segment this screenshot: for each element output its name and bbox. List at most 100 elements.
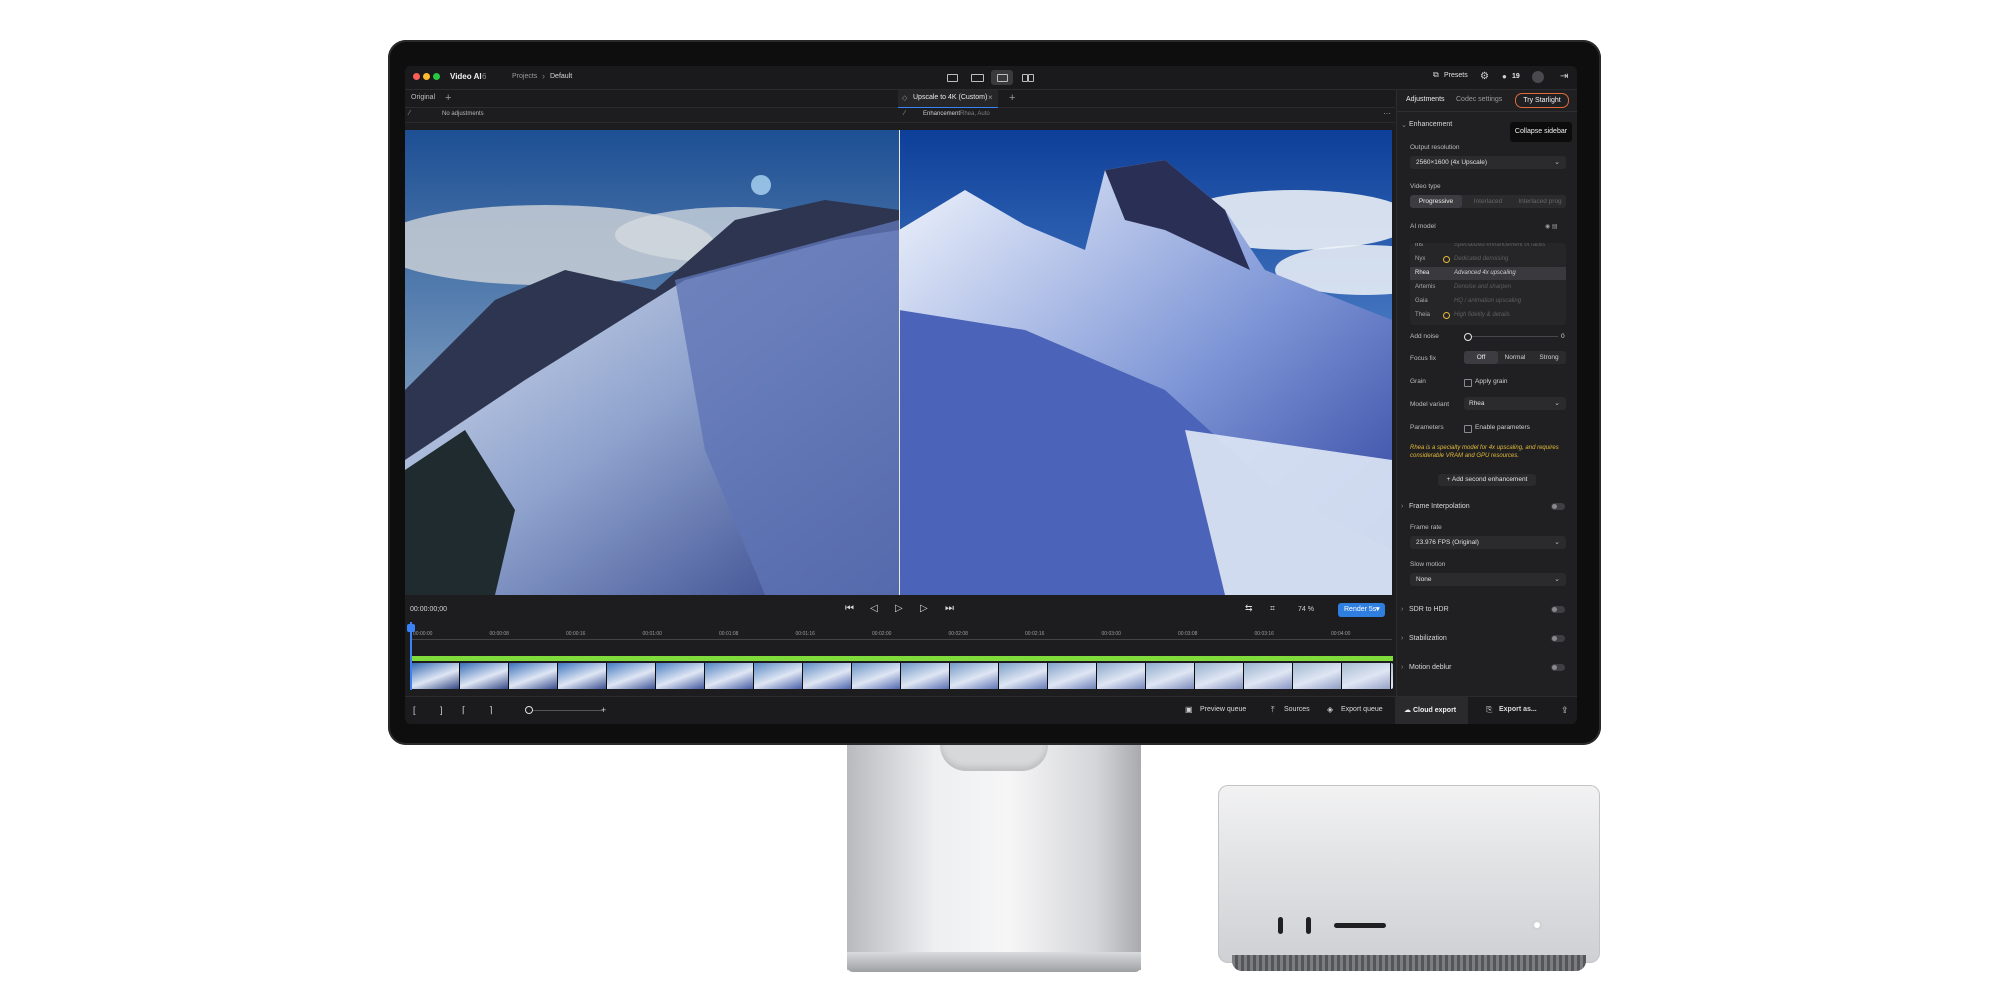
gear-icon[interactable]: ⚙ [1480,71,1489,82]
model-variant-select[interactable]: Rhea ⌄ [1464,397,1566,410]
minimize-window-button[interactable] [423,73,430,80]
video-type-interlaced-prog[interactable]: Interlaced prog [1514,195,1566,208]
trim-in-icon[interactable]: ⌈ [462,705,466,716]
breadcrumb-current[interactable]: Default [550,73,572,80]
share-icon[interactable]: ⇪ [1561,705,1569,716]
output-resolution-select[interactable]: 2560×1600 (4x Upscale) ⌄ [1410,156,1566,169]
timeline-filmstrip[interactable] [411,663,1393,689]
add-original-tab-icon[interactable]: + [445,92,451,104]
try-starlight-button[interactable]: Try Starlight [1515,93,1569,108]
layers-icon: ◈ [1327,705,1334,714]
step-back-icon[interactable]: ◁ [870,603,878,614]
add-noise-knob[interactable] [1464,333,1472,341]
skip-to-start-icon[interactable]: ⏮ [845,603,854,614]
split-divider[interactable] [899,130,900,595]
video-preview[interactable] [405,130,1392,595]
tab-upscale[interactable]: ◇ Upscale to 4K (Custom) × [898,90,998,109]
ai-model-item[interactable]: Nyx Dedicated denoising [1410,253,1566,266]
eye-icon[interactable]: ◉ ▤ [1545,223,1558,230]
frame-rate-label: Frame rate [1410,524,1442,531]
compare-icon[interactable]: ⇆ [1245,603,1253,614]
cloud-export-button[interactable]: ☁ Cloud export [1395,697,1468,724]
close-window-button[interactable] [413,73,420,80]
tab-codec-settings[interactable]: Codec settings [1456,96,1502,103]
single-view-button[interactable] [941,70,963,85]
tab-original[interactable]: Original [411,94,435,101]
video-type-progressive[interactable]: Progressive [1410,195,1462,208]
export-as-button[interactable]: Export as... [1499,706,1537,713]
zoom-level[interactable]: 74 % [1298,606,1314,613]
preview-queue-button[interactable]: Preview queue [1200,706,1246,713]
focus-fix-off[interactable]: Off [1464,351,1498,364]
chevron-down-icon[interactable]: ▾ [1376,605,1380,613]
enhancement-summary-detail: Rhea, Auto [960,111,990,117]
tab-adjustments[interactable]: Adjustments [1406,96,1445,103]
add-second-enhancement-button[interactable]: + Add second enhancement [1438,474,1536,486]
stabilization-toggle[interactable] [1551,635,1565,642]
trim-out-icon[interactable]: ⌉ [489,705,493,716]
adjustments-info-bar: ⁄ No adjustments ⁄ Enhancement Rhea, Aut… [405,108,1395,123]
add-noise-slider[interactable] [1466,336,1558,337]
sdr-to-hdr-toggle[interactable] [1551,606,1565,613]
playhead[interactable] [410,622,412,690]
zoom-in-icon[interactable]: + [601,705,606,715]
skip-to-end-icon[interactable]: ⏭ [945,603,954,614]
split-view-button[interactable] [991,70,1013,85]
video-type-interlaced[interactable]: Interlaced [1462,195,1514,208]
ai-model-list[interactable]: Iris Specialized enhancement of faces Nyx D… [1410,243,1566,325]
mark-out-icon[interactable]: ] [440,705,443,715]
add-tab-icon[interactable]: + [1009,92,1015,104]
step-forward-icon[interactable]: ▷ [920,603,928,614]
motion-deblur-toggle[interactable] [1551,664,1565,671]
motion-deblur-section[interactable]: Motion deblur [1409,664,1451,671]
chevron-right-icon[interactable]: › [1401,503,1403,510]
enhancement-summary-title: Enhancement [923,111,961,117]
crop-icon[interactable]: ⌗ [1270,603,1275,614]
ai-model-item[interactable]: Iris Specialized enhancement of faces [1410,243,1566,252]
close-tab-icon[interactable]: × [988,93,993,102]
chevron-right-icon[interactable]: › [1401,606,1403,613]
zoom-window-button[interactable] [433,73,440,80]
ai-model-item[interactable]: Rhea Advanced 4x upscaling [1410,267,1566,280]
export-queue-button[interactable]: Export queue [1341,706,1383,713]
wide-view-button[interactable] [966,70,988,85]
ai-model-item[interactable]: Theia High fidelity & details [1410,309,1566,322]
chevron-right-icon[interactable]: › [1401,635,1403,642]
timeline-zoom-slider[interactable] [528,710,603,711]
focus-fix-strong[interactable]: Strong [1532,351,1566,364]
timeline-zoom-knob[interactable] [525,706,533,714]
filmstrip-thumbnail [1342,663,1392,689]
title-bar: Video AI 6 Projects › Default ⧉ Presets … [405,66,1577,90]
play-icon[interactable]: ▷ [895,603,903,614]
ai-model-item[interactable]: Artemis Denoise and sharpen [1410,281,1566,294]
enable-parameters-checkbox[interactable] [1464,425,1472,433]
sidebar-toggle-icon[interactable]: ⇥ [1560,71,1568,82]
avatar[interactable] [1532,71,1544,83]
sources-button[interactable]: Sources [1284,706,1310,713]
ai-model-item[interactable]: Gaia HQ / animation upscaling [1410,295,1566,308]
apply-grain-checkbox[interactable] [1464,379,1472,387]
chevron-right-icon[interactable]: › [1401,664,1403,671]
sdr-to-hdr-section[interactable]: SDR to HDR [1409,606,1449,613]
add-noise-label: Add noise [1410,333,1439,340]
chevron-down-icon[interactable]: ⌄ [1401,121,1407,129]
playhead-handle[interactable] [407,624,415,632]
presets-button[interactable]: Presets [1444,72,1468,79]
ai-model-description: Specialized enhancement of faces [1454,243,1546,248]
timeline-ruler[interactable]: 00:00:00 00:00:08 00:00:16 00:01:00 00:01:08… [410,622,1392,640]
mark-in-icon[interactable]: [ [413,705,416,715]
side-by-side-view-button[interactable] [1016,70,1038,85]
slow-motion-select[interactable]: None ⌄ [1410,573,1566,586]
render-button[interactable]: Render 5s ▾ [1338,603,1385,617]
enable-parameters-label[interactable]: Enable parameters [1475,424,1530,431]
frame-interpolation-section[interactable]: Frame Interpolation [1409,503,1470,510]
breadcrumb-projects[interactable]: Projects [512,73,537,80]
stabilization-section[interactable]: Stabilization [1409,635,1447,642]
enhancement-section-title[interactable]: Enhancement [1409,121,1452,128]
apply-grain-label[interactable]: Apply grain [1475,378,1508,385]
frame-interpolation-toggle[interactable] [1551,503,1565,510]
frame-rate-select[interactable]: 23.976 FPS (Original) ⌄ [1410,536,1566,549]
slow-motion-label: Slow motion [1410,561,1446,568]
focus-fix-normal[interactable]: Normal [1498,351,1532,364]
more-icon[interactable]: ··· [1383,109,1391,118]
